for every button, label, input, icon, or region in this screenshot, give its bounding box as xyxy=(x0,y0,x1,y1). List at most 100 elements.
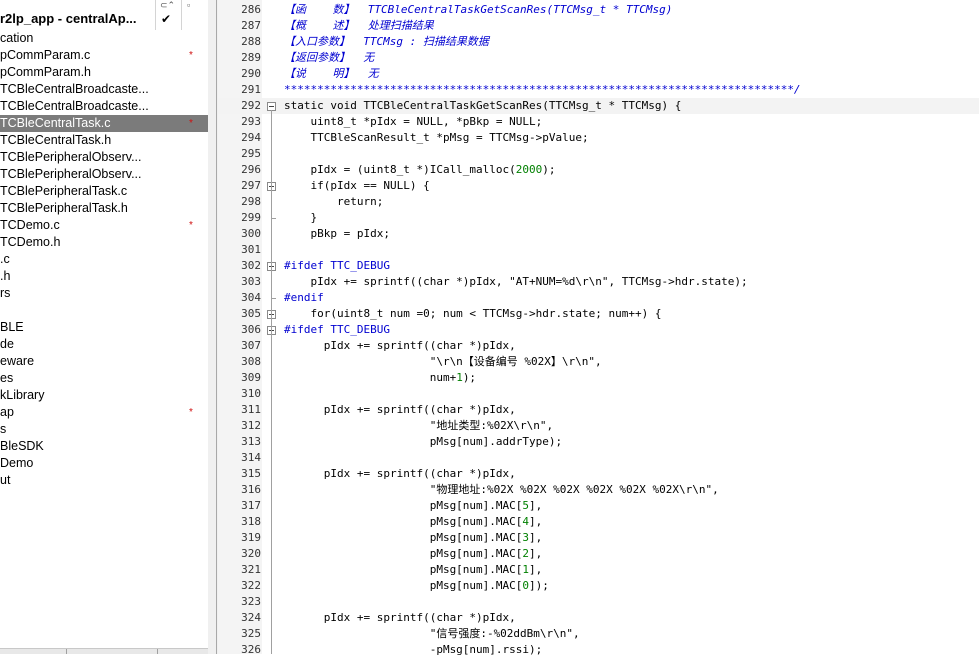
code-line[interactable]: 298 return; xyxy=(218,194,979,210)
line-number: 323 xyxy=(241,595,261,608)
code-line[interactable]: 324 pIdx += sprintf((char *)pIdx, xyxy=(218,610,979,626)
code-line[interactable]: 305 for(uint8_t num =0; num < TTCMsg->hd… xyxy=(218,306,979,322)
tree-item[interactable]: pCommParam.c * xyxy=(0,47,208,64)
scrollbar-thumb-edge[interactable] xyxy=(157,649,158,654)
code-line[interactable]: 319 pMsg[num].MAC[3], xyxy=(218,530,979,546)
code-line[interactable]: 290 【说 明】 无 xyxy=(218,66,979,82)
code-line[interactable]: 294 TTCBleScanResult_t *pMsg = TTCMsg->p… xyxy=(218,130,979,146)
line-number: 293 xyxy=(241,115,261,128)
code-line[interactable]: 311 pIdx += sprintf((char *)pIdx, xyxy=(218,402,979,418)
code-line[interactable]: 291 *************************************… xyxy=(218,82,979,98)
code-line[interactable]: 306 #ifdef TTC_DEBUG xyxy=(218,322,979,338)
tree-item[interactable]: es xyxy=(0,370,208,387)
tree-item[interactable]: TCBlePeripheralObserv... xyxy=(0,149,208,166)
tree-item[interactable] xyxy=(0,302,208,319)
tree-item[interactable]: BLE xyxy=(0,319,208,336)
code-editor[interactable]: 286 【函 数】 TTCBleCentralTaskGetScanRes(TTC… xyxy=(218,0,979,656)
tree-item[interactable]: pCommParam.h xyxy=(0,64,208,81)
code-text: pMsg[num].MAC[2], xyxy=(284,547,543,560)
project-title[interactable]: r2lp_app - centralAp... xyxy=(0,11,137,26)
project-tree-panel: r2lp_app - centralAp... ⊂⌃ ▫ ✔ cation pCo… xyxy=(0,0,208,654)
tree-item[interactable]: BleSDK xyxy=(0,438,208,455)
line-number: 299 xyxy=(241,211,261,224)
tree-item[interactable]: cation xyxy=(0,30,208,47)
code-line[interactable]: 322 pMsg[num].MAC[0]); xyxy=(218,578,979,594)
code-line[interactable]: 293 uint8_t *pIdx = NULL, *pBkp = NULL; xyxy=(218,114,979,130)
tree-item[interactable]: de xyxy=(0,336,208,353)
tree-item[interactable]: s xyxy=(0,421,208,438)
code-line[interactable]: 312 "地址类型:%02X\r\n", xyxy=(218,418,979,434)
code-line[interactable]: 300 pBkp = pIdx; xyxy=(218,226,979,242)
code-line[interactable]: 318 pMsg[num].MAC[4], xyxy=(218,514,979,530)
tree-item[interactable]: ut xyxy=(0,472,208,489)
code-line[interactable]: 302 #ifdef TTC_DEBUG xyxy=(218,258,979,274)
code-text: "信号强度:-%02ddBm\r\n", xyxy=(284,627,580,640)
code-line[interactable]: 296 pIdx = (uint8_t *)ICall_malloc(2000)… xyxy=(218,162,979,178)
code-line[interactable]: 286 【函 数】 TTCBleCentralTaskGetScanRes(TTC… xyxy=(218,2,979,18)
files-column-icon: ⊂⌃ xyxy=(160,0,176,10)
tree-item[interactable]: TCBleCentralBroadcaste... xyxy=(0,81,208,98)
code-line[interactable]: 325 "信号强度:-%02ddBm\r\n", xyxy=(218,626,979,642)
code-line[interactable]: 314 xyxy=(218,450,979,466)
code-line[interactable]: 315 pIdx += sprintf((char *)pIdx, xyxy=(218,466,979,482)
code-line[interactable]: 307 pIdx += sprintf((char *)pIdx, xyxy=(218,338,979,354)
tree-item[interactable]: TCBlePeripheralTask.h xyxy=(0,200,208,217)
scrollbar-thumb-edge[interactable] xyxy=(66,649,67,654)
tree-item[interactable]: rs xyxy=(0,285,208,302)
line-number: 303 xyxy=(241,275,261,288)
column-divider[interactable] xyxy=(155,0,156,30)
code-line[interactable]: 313 pMsg[num].addrType); xyxy=(218,434,979,450)
code-text: pIdx += sprintf((char *)pIdx, xyxy=(284,339,516,352)
tree-item[interactable]: kLibrary xyxy=(0,387,208,404)
code-line[interactable]: 308 "\r\n【设备编号 %02X】\r\n", xyxy=(218,354,979,370)
code-text: return; xyxy=(284,195,384,208)
line-number: 309 xyxy=(241,371,261,384)
line-number: 288 xyxy=(241,35,261,48)
modified-marker: * xyxy=(189,50,193,61)
code-line[interactable]: 295 xyxy=(218,146,979,162)
panel-splitter[interactable] xyxy=(208,0,218,654)
tree-item[interactable]: TCBlePeripheralObserv... xyxy=(0,166,208,183)
tree-item[interactable]: .c xyxy=(0,251,208,268)
code-line[interactable]: 289 【返回参数】 无 xyxy=(218,50,979,66)
code-line[interactable]: 326 -pMsg[num].rssi); xyxy=(218,642,979,658)
tree-item[interactable]: TCBleCentralTask.c * xyxy=(0,115,208,132)
code-text: num+1); xyxy=(284,371,477,384)
code-line[interactable]: 317 pMsg[num].MAC[5], xyxy=(218,498,979,514)
code-line[interactable]: 297 if(pIdx == NULL) { xyxy=(218,178,979,194)
code-line[interactable]: 301 xyxy=(218,242,979,258)
code-line[interactable]: 304 #endif xyxy=(218,290,979,306)
code-line[interactable]: 320 pMsg[num].MAC[2], xyxy=(218,546,979,562)
code-line[interactable]: 309 num+1); xyxy=(218,370,979,386)
code-line[interactable]: 287 【概 述】 处理扫描结果 xyxy=(218,18,979,34)
code-line[interactable]: 323 xyxy=(218,594,979,610)
tree-item[interactable]: TCDemo.c * xyxy=(0,217,208,234)
code-line[interactable]: 310 xyxy=(218,386,979,402)
tree-item[interactable]: TCBlePeripheralTask.c xyxy=(0,183,208,200)
line-number: 322 xyxy=(241,579,261,592)
column-divider[interactable] xyxy=(181,0,182,30)
code-line[interactable]: 303 pIdx += sprintf((char *)pIdx, "AT+NU… xyxy=(218,274,979,290)
code-text: #ifdef TTC_DEBUG xyxy=(284,323,390,336)
tree-item-label: TCDemo.c xyxy=(0,218,60,232)
code-lines[interactable]: 286 【函 数】 TTCBleCentralTaskGetScanRes(TTC… xyxy=(218,2,979,658)
tree-item[interactable]: Demo xyxy=(0,455,208,472)
code-text: for(uint8_t num =0; num < TTCMsg->hdr.st… xyxy=(284,307,662,320)
code-line[interactable]: 316 "物理地址:%02X %02X %02X %02X %02X %02X\… xyxy=(218,482,979,498)
tree-item[interactable]: TCBleCentralTask.h xyxy=(0,132,208,149)
fold-guide-line xyxy=(271,110,272,654)
code-line[interactable]: 299 } xyxy=(218,210,979,226)
code-text: pMsg[num].addrType); xyxy=(284,435,563,448)
line-number: 310 xyxy=(241,387,261,400)
code-line[interactable]: 292 static void TTCBleCentralTaskGetScanR… xyxy=(218,98,979,114)
tree-item[interactable]: ap * xyxy=(0,404,208,421)
code-text: pBkp = pIdx; xyxy=(284,227,390,240)
tree-item[interactable]: TCBleCentralBroadcaste... xyxy=(0,98,208,115)
code-line[interactable]: 321 pMsg[num].MAC[1], xyxy=(218,562,979,578)
tree-item[interactable]: eware xyxy=(0,353,208,370)
code-line[interactable]: 288 【入口参数】 TTCMsg : 扫描结果数据 xyxy=(218,34,979,50)
tree-item[interactable]: TCDemo.h xyxy=(0,234,208,251)
code-text: pIdx = (uint8_t *)ICall_malloc(2000); xyxy=(284,163,556,176)
horizontal-scrollbar[interactable] xyxy=(0,648,208,654)
tree-item[interactable]: .h xyxy=(0,268,208,285)
